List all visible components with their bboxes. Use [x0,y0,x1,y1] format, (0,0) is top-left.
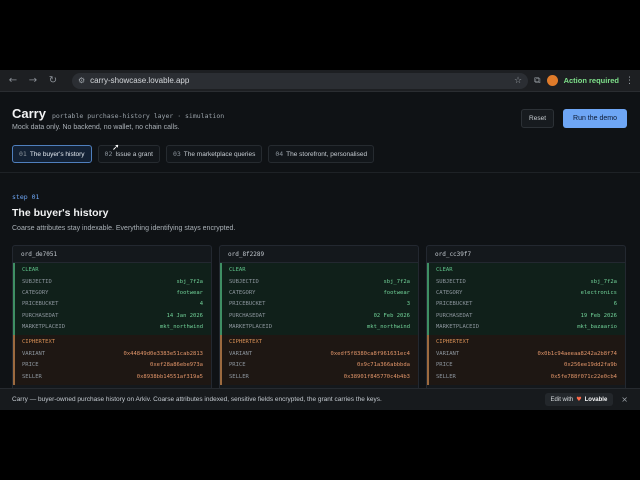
tab-step-01[interactable]: 01 The buyer's history [12,145,92,163]
attr-row: MARKETPLACEID mkt_bazaario [436,323,617,330]
attr-row: PRICEBUCKET 6 [436,301,617,308]
step-description: Coarse attributes stay indexable. Everyt… [12,225,236,232]
tab-step-04[interactable]: 04 The storefront, personalised [268,145,375,163]
footer-text: Carry — buyer-owned purchase history on … [12,396,382,403]
back-icon[interactable]: ← [6,74,20,88]
clear-title: CLEAR [22,267,39,273]
extensions-icon[interactable]: ⧉ [534,76,540,86]
order-card: ord_8f2289 CLEAR SUBJECTID sbj_7f2a CATEG… [219,245,419,395]
cipher-title: CIPHERTEXT [22,339,56,346]
order-id: ord_8f2289 [220,246,418,263]
step-section: step 01 The buyer's history Coarse attri… [0,193,640,395]
ciphertext-attributes: CIPHERTEXT VARIANT 0xedf5f8380ca8f961631e… [220,335,418,386]
order-id: ord_de7051 [13,246,211,263]
attr-row: SUBJECTID sbj_7f2a [436,278,617,285]
close-icon[interactable]: × [621,395,628,404]
ciphertext-attributes: CIPHERTEXT VARIANT 0x0b1c94aeeaa8242a2b8f… [427,335,625,386]
attr-row: PRICE 0xef28a86ebe973a [22,362,203,369]
attr-row: PURCHASEDAT 19 Feb 2026 [436,312,617,319]
forward-icon[interactable]: → [26,74,40,88]
footer-bar: Carry — buyer-owned purchase history on … [0,388,640,410]
edit-with-lovable-button[interactable]: Edit with ♥ Lovable [544,393,614,406]
page-header: Carry portable purchase-history layer · … [0,93,640,173]
clear-title: CLEAR [436,267,453,273]
attr-row: SELLER 0x38901f845770c4b4b3 [229,373,410,380]
mouse-cursor-icon: ➚ [112,143,120,153]
attr-row: CATEGORY footwear [22,289,203,296]
attr-row: PURCHASEDAT 02 Feb 2026 [229,312,410,319]
tune-icon[interactable]: ⚙ [78,76,85,85]
attr-row: CATEGORY electronics [436,289,617,296]
action-required-button[interactable]: Action required [564,76,619,85]
tab-step-02[interactable]: 02 Issue a grant [97,145,160,163]
attr-row: MARKETPLACEID mkt_northwind [229,323,410,330]
run-demo-button[interactable]: Run the demo [563,109,627,128]
reset-button[interactable]: Reset [521,109,555,128]
app-subtitle: portable purchase-history layer · simula… [51,112,225,120]
step-tabs: 01 The buyer's history 02 Issue a grant 03… [12,145,628,163]
clear-attributes: CLEAR SUBJECTID sbj_7f2a CATEGORY electron… [427,263,625,336]
attr-row: PRICE 0x9c71a366abbbda [229,362,410,369]
step-label: step 01 [12,193,40,201]
attr-row: SELLER 0x8938bb14551af319a5 [22,373,203,380]
browser-toolbar: ← → ↻ ⚙ carry-showcase.lovable.app ☆ ⧉ A… [0,70,640,92]
attr-row: VARIANT 0xedf5f8380ca8f961631ec4 [229,351,410,358]
attr-row: SUBJECTID sbj_7f2a [22,278,203,285]
order-id: ord_cc39f7 [427,246,625,263]
attr-row: VARIANT 0x44849d0e3383e51cab2813 [22,351,203,358]
page-content: Carry portable purchase-history layer · … [0,93,640,410]
clear-title: CLEAR [229,267,246,273]
tab-step-03[interactable]: 03 The marketplace queries [165,145,263,163]
attr-row: SELLER 0x5fe788f071c22e0cb4 [436,373,617,380]
lovable-heart-icon: ♥ [576,396,582,403]
attr-row: VARIANT 0x0b1c94aeeaa8242a2b8f74 [436,351,617,358]
url-text: carry-showcase.lovable.app [90,76,190,85]
profile-icon[interactable] [546,75,558,86]
cipher-title: CIPHERTEXT [436,339,470,346]
ciphertext-attributes: CIPHERTEXT VARIANT 0x44849d0e3383e51cab28… [13,335,211,386]
kebab-icon[interactable]: ⋮ [625,76,634,86]
clear-attributes: CLEAR SUBJECTID sbj_7f2a CATEGORY footwear… [220,263,418,336]
attr-row: CATEGORY footwear [229,289,410,296]
order-card: ord_cc39f7 CLEAR SUBJECTID sbj_7f2a CATEG… [426,245,626,395]
order-card: ord_de7051 CLEAR SUBJECTID sbj_7f2a CATEG… [12,245,212,395]
order-cards: ord_de7051 CLEAR SUBJECTID sbj_7f2a CATEG… [12,245,628,395]
reload-icon[interactable]: ↻ [46,74,60,88]
attr-row: PURCHASEDAT 14 Jan 2026 [22,312,203,319]
star-icon[interactable]: ☆ [514,76,522,86]
attr-row: MARKETPLACEID mkt_northwind [22,323,203,330]
address-bar[interactable]: ⚙ carry-showcase.lovable.app ☆ [72,72,529,89]
attr-row: SUBJECTID sbj_7f2a [229,278,410,285]
lovable-brand: Lovable [584,396,608,403]
app-title: Carry [12,106,46,121]
attr-row: PRICEBUCKET 3 [229,301,410,308]
attr-row: PRICEBUCKET 4 [22,301,203,308]
clear-attributes: CLEAR SUBJECTID sbj_7f2a CATEGORY footwear… [13,263,211,336]
browser-window: ← → ↻ ⚙ carry-showcase.lovable.app ☆ ⧉ A… [0,70,640,410]
attr-row: PRICE 0x256ee19dd2fa9b [436,362,617,369]
cipher-title: CIPHERTEXT [229,339,263,346]
step-heading: The buyer's history [12,207,109,219]
